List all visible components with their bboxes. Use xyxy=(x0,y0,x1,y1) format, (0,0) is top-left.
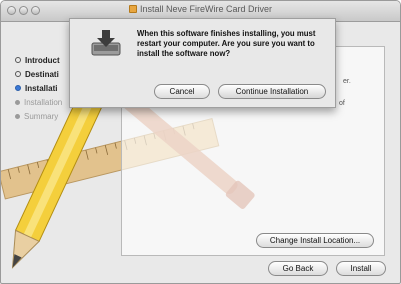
content-partial-text: er. of xyxy=(339,78,351,107)
restart-confirmation-sheet: When this software finishes installing, … xyxy=(69,18,336,108)
window-title: Install Neve FireWire Card Driver xyxy=(139,4,273,14)
step-bullet-current xyxy=(15,85,21,91)
step-bullet xyxy=(15,71,21,77)
window-title-wrap: Install Neve FireWire Card Driver xyxy=(1,4,400,14)
step-bullet xyxy=(15,100,20,105)
installer-window: Install Neve FireWire Card Driver Introd… xyxy=(0,0,401,284)
cancel-button[interactable]: Cancel xyxy=(154,84,210,99)
change-install-location-button[interactable]: Change Install Location... xyxy=(256,233,374,248)
step-summary: Summary xyxy=(15,112,125,126)
step-bullet xyxy=(15,57,21,63)
install-button[interactable]: Install xyxy=(336,261,386,276)
package-icon xyxy=(128,5,137,13)
step-bullet xyxy=(15,114,20,119)
dialog-message: When this software finishes installing, … xyxy=(137,29,316,58)
continue-installation-button[interactable]: Continue Installation xyxy=(218,84,326,99)
drive-install-icon xyxy=(91,30,121,56)
go-back-button[interactable]: Go Back xyxy=(268,261,328,276)
